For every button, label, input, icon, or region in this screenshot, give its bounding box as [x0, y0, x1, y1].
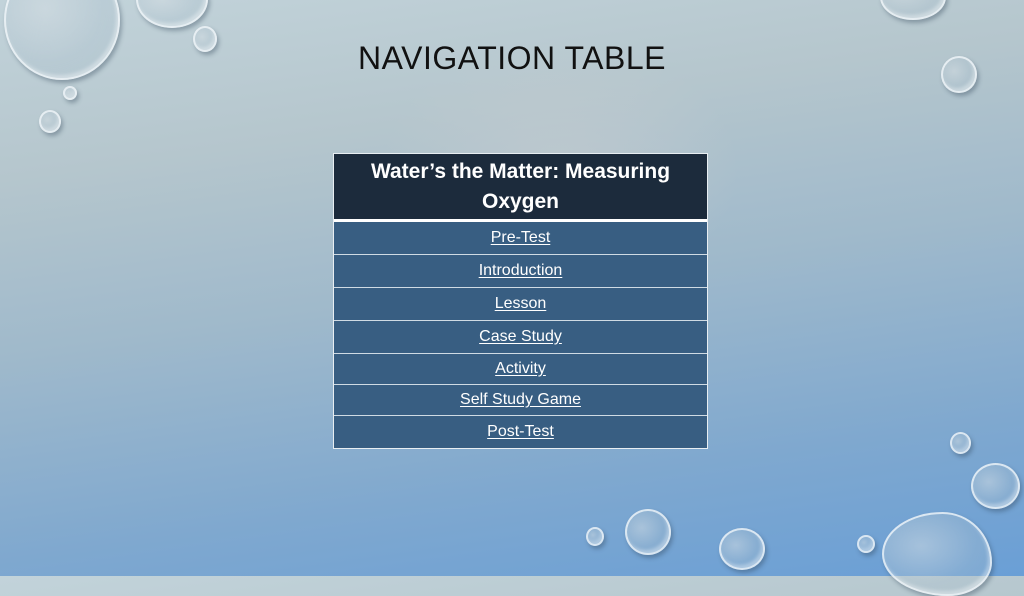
water-droplet-decoration [971, 463, 1020, 509]
water-droplet-decoration [63, 86, 77, 100]
link-self-study-game[interactable]: Self Study Game [460, 391, 581, 409]
water-droplet-decoration [882, 512, 992, 596]
slide-title: NAVIGATION TABLE [358, 40, 666, 76]
table-row: Activity [334, 353, 707, 384]
table-header: Water’s the Matter: Measuring Oxygen [334, 154, 707, 222]
water-droplet-decoration [625, 509, 671, 555]
link-post-test[interactable]: Post-Test [487, 423, 554, 441]
link-pre-test[interactable]: Pre-Test [491, 229, 551, 247]
table-row: Post-Test [334, 415, 707, 448]
link-activity[interactable]: Activity [495, 360, 546, 378]
table-row: Introduction [334, 254, 707, 287]
navigation-table: Water’s the Matter: Measuring Oxygen Pre… [333, 153, 708, 449]
water-droplet-decoration [857, 535, 875, 553]
table-row: Self Study Game [334, 384, 707, 415]
link-lesson[interactable]: Lesson [495, 295, 547, 313]
water-droplet-decoration [950, 432, 971, 454]
table-row: Lesson [334, 287, 707, 320]
link-introduction[interactable]: Introduction [479, 262, 563, 280]
table-row: Case Study [334, 320, 707, 353]
water-droplet-decoration [39, 110, 61, 133]
water-droplet-decoration [136, 0, 208, 28]
table-row: Pre-Test [334, 222, 707, 254]
water-droplet-decoration [586, 527, 604, 546]
water-droplet-decoration [880, 0, 946, 20]
link-case-study[interactable]: Case Study [479, 328, 562, 346]
water-droplet-decoration [719, 528, 765, 570]
